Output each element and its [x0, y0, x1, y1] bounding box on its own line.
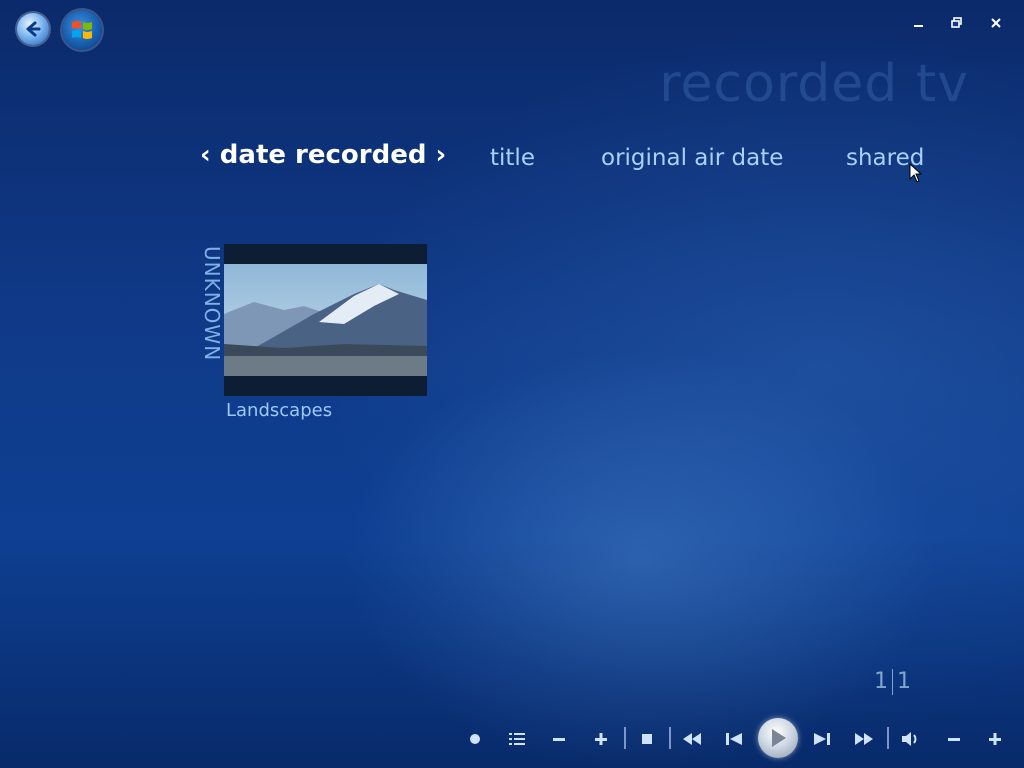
- restore-icon: [951, 17, 962, 28]
- pager-current: 1: [874, 669, 888, 694]
- fast-forward-button[interactable]: [853, 727, 875, 751]
- rewind-icon: [683, 733, 701, 745]
- guide-button[interactable]: [508, 727, 526, 751]
- volume-up-button[interactable]: [987, 727, 1003, 751]
- plus-icon: [595, 733, 607, 745]
- skip-forward-button[interactable]: [812, 727, 832, 751]
- minus-icon: [948, 738, 960, 741]
- list-icon: [509, 733, 525, 745]
- play-icon: [772, 729, 786, 747]
- play-button[interactable]: [758, 718, 798, 758]
- landscape-image: [224, 244, 427, 396]
- tab-date-recorded[interactable]: ‹ date recorded ›: [200, 140, 446, 170]
- windows-logo-icon: [72, 21, 92, 39]
- tab-date-recorded-label: date recorded: [219, 140, 427, 170]
- record-button[interactable]: [468, 727, 482, 751]
- speaker-icon: [902, 732, 917, 746]
- prev-chevron-icon[interactable]: ‹: [200, 140, 211, 170]
- volume-down-button[interactable]: [946, 727, 962, 751]
- tab-original-air-date[interactable]: original air date: [601, 145, 783, 171]
- restore-button[interactable]: [946, 14, 968, 36]
- minimize-button[interactable]: [908, 14, 930, 36]
- close-button[interactable]: [985, 14, 1007, 36]
- pager-divider: [892, 669, 893, 695]
- mouse-cursor-icon: [909, 162, 923, 187]
- transport-divider: [887, 727, 889, 749]
- minimize-icon: [914, 25, 923, 27]
- mute-button[interactable]: [900, 727, 922, 751]
- pager: 11: [874, 669, 911, 695]
- page-title: recorded tv: [659, 54, 969, 114]
- recording-thumbnail[interactable]: [224, 244, 427, 396]
- channel-down-button[interactable]: [551, 727, 567, 751]
- skip-back-button[interactable]: [724, 727, 744, 751]
- skip-forward-icon: [814, 733, 830, 745]
- minus-icon: [553, 738, 565, 741]
- pager-total: 1: [897, 669, 911, 694]
- tab-title[interactable]: title: [490, 145, 535, 171]
- group-label: UNKNOWN: [200, 246, 224, 362]
- rewind-button[interactable]: [681, 727, 703, 751]
- fast-forward-icon: [855, 733, 873, 745]
- stop-icon: [642, 734, 652, 744]
- recording-title[interactable]: Landscapes: [226, 400, 332, 421]
- close-icon: [991, 18, 1001, 28]
- back-button[interactable]: [17, 13, 49, 45]
- record-icon: [470, 734, 480, 744]
- channel-up-button[interactable]: [593, 727, 609, 751]
- transport-divider: [669, 727, 671, 749]
- skip-back-icon: [726, 733, 742, 745]
- start-button[interactable]: [62, 10, 102, 50]
- back-arrow-icon: [26, 21, 41, 37]
- next-chevron-icon[interactable]: ›: [436, 140, 447, 170]
- transport-divider: [624, 727, 626, 749]
- stop-button[interactable]: [639, 727, 655, 751]
- plus-icon: [989, 733, 1001, 745]
